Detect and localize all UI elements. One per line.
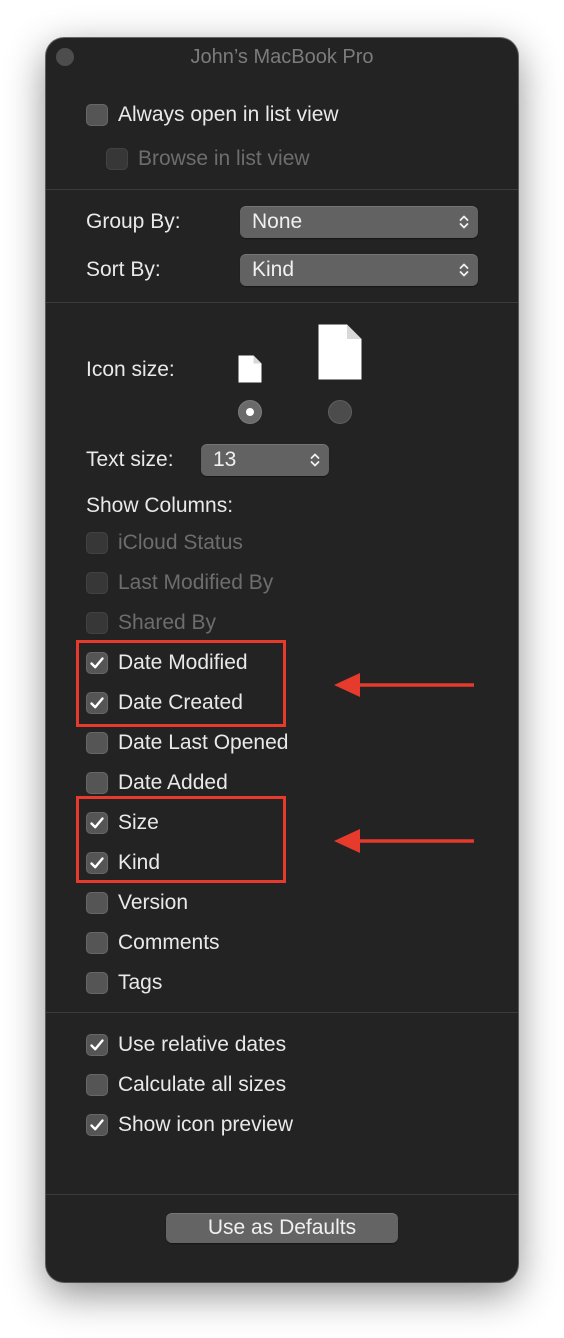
- sort-by-value: Kind: [252, 258, 295, 281]
- chevron-up-down-icon: [310, 453, 320, 467]
- left-arrow-icon: [334, 673, 474, 697]
- divider: [46, 302, 518, 303]
- checkmark-icon: [90, 1119, 104, 1131]
- text-size-popup[interactable]: 13: [201, 444, 329, 476]
- date-last-opened-checkbox[interactable]: [86, 732, 108, 754]
- column-option-row[interactable]: Date Last Opened: [86, 731, 288, 755]
- use-as-defaults-button[interactable]: Use as Defaults: [166, 1213, 398, 1243]
- close-window-button[interactable]: [56, 48, 74, 66]
- show-columns-heading: Show Columns:: [86, 494, 234, 517]
- icon-size-small-radio[interactable]: [238, 400, 262, 424]
- icon-size-label: Icon size:: [86, 358, 175, 381]
- small-document-icon: [238, 355, 262, 383]
- checkmark-icon: [90, 1039, 104, 1051]
- version-checkbox[interactable]: [86, 892, 108, 914]
- tags-label: Tags: [118, 971, 163, 994]
- divider: [46, 1194, 518, 1195]
- window-title: John’s MacBook Pro: [190, 46, 374, 68]
- icloud-status-label: iCloud Status: [118, 531, 243, 554]
- column-option-row[interactable]: Date Added: [86, 771, 228, 795]
- divider: [46, 1012, 518, 1013]
- use-relative-dates-checkbox[interactable]: [86, 1034, 108, 1056]
- always-open-list-view-checkbox[interactable]: [86, 104, 108, 126]
- sort-by-popup[interactable]: Kind: [240, 254, 478, 286]
- date-added-checkbox[interactable]: [86, 772, 108, 794]
- calculate-all-sizes-label: Calculate all sizes: [118, 1073, 287, 1096]
- group-by-popup[interactable]: None: [240, 206, 478, 238]
- comments-label: Comments: [118, 931, 220, 954]
- chevron-up-down-icon: [459, 263, 469, 277]
- column-option-row[interactable]: Version: [86, 891, 188, 915]
- always-open-list-view-label: Always open in list view: [118, 103, 339, 126]
- radio-dot: [246, 408, 254, 416]
- last-modified-by-label: Last Modified By: [118, 571, 274, 594]
- tags-checkbox[interactable]: [86, 972, 108, 994]
- show-icon-preview-row[interactable]: Show icon preview: [86, 1113, 293, 1137]
- browse-list-view-row[interactable]: Browse in list view: [106, 147, 310, 171]
- date-added-label: Date Added: [118, 771, 228, 794]
- use-relative-dates-row[interactable]: Use relative dates: [86, 1033, 286, 1057]
- comments-checkbox[interactable]: [86, 932, 108, 954]
- text-size-label: Text size:: [86, 448, 174, 471]
- calculate-all-sizes-checkbox[interactable]: [86, 1074, 108, 1096]
- always-open-list-view-row[interactable]: Always open in list view: [86, 103, 339, 127]
- browse-list-view-label: Browse in list view: [138, 147, 310, 170]
- annotation-box-size-kind: [76, 796, 286, 883]
- title-bar[interactable]: John’s MacBook Pro: [46, 38, 518, 76]
- annotation-box-dates: [76, 640, 286, 727]
- text-size-value: 13: [213, 448, 237, 471]
- icloud-status-checkbox[interactable]: [86, 532, 108, 554]
- last-modified-by-checkbox[interactable]: [86, 572, 108, 594]
- large-document-icon: [318, 324, 362, 380]
- use-relative-dates-label: Use relative dates: [118, 1033, 287, 1056]
- group-by-label: Group By:: [86, 210, 181, 233]
- calculate-all-sizes-row[interactable]: Calculate all sizes: [86, 1073, 286, 1097]
- column-option-row[interactable]: Last Modified By: [86, 571, 273, 595]
- column-option-row[interactable]: Comments: [86, 931, 220, 955]
- column-option-row[interactable]: Shared By: [86, 611, 216, 635]
- browse-list-view-checkbox[interactable]: [106, 148, 128, 170]
- shared-by-label: Shared By: [118, 611, 217, 634]
- column-option-row[interactable]: iCloud Status: [86, 531, 243, 555]
- column-option-row[interactable]: Tags: [86, 971, 162, 995]
- icon-size-large-radio[interactable]: [328, 400, 352, 424]
- chevron-up-down-icon: [459, 215, 469, 229]
- show-icon-preview-checkbox[interactable]: [86, 1114, 108, 1136]
- group-by-value: None: [252, 210, 303, 233]
- divider: [46, 189, 518, 190]
- version-label: Version: [118, 891, 189, 914]
- date-last-opened-label: Date Last Opened: [118, 731, 289, 754]
- left-arrow-icon: [334, 829, 474, 853]
- sort-by-label: Sort By:: [86, 258, 161, 281]
- shared-by-checkbox[interactable]: [86, 612, 108, 634]
- show-icon-preview-label: Show icon preview: [118, 1113, 294, 1136]
